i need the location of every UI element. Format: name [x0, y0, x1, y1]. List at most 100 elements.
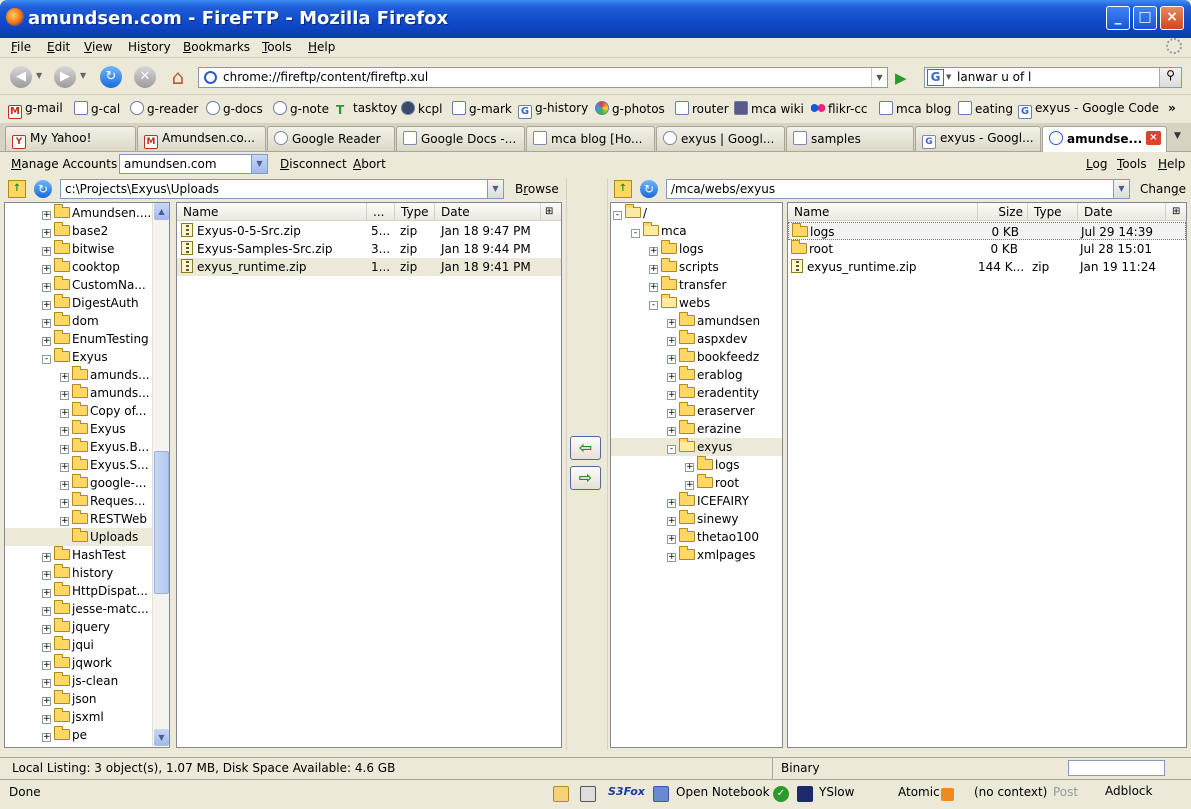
expander-icon[interactable]: + — [667, 499, 676, 508]
search-box[interactable]: G ▼ lanwar u of l ⚲ — [924, 67, 1182, 88]
reload-icon[interactable]: ↻ — [100, 66, 122, 88]
bookmark-item[interactable]: g-cal — [74, 101, 120, 116]
change-button[interactable]: Change — [1140, 182, 1186, 196]
menu-view[interactable]: View — [84, 40, 112, 54]
local-tree-node[interactable]: + Exyus.S... — [5, 456, 153, 474]
column-picker-icon[interactable]: ⊞ — [545, 203, 553, 221]
expander-icon[interactable]: - — [613, 211, 622, 220]
expander-icon[interactable]: - — [631, 229, 640, 238]
expander-icon[interactable]: + — [42, 283, 51, 292]
remote-path-input[interactable]: /mca/webs/exyus ▼ — [666, 179, 1130, 199]
scroll-thumb[interactable] — [154, 451, 169, 594]
local-tree-node[interactable]: + google-... — [5, 474, 153, 492]
url-bar[interactable]: chrome://fireftp/content/fireftp.xul ▼ — [198, 67, 888, 88]
tab-amundsen[interactable]: M Amundsen.co... — [137, 126, 266, 151]
expander-icon[interactable]: + — [42, 265, 51, 274]
local-file-row[interactable]: Exyus-Samples-Src.zip 3... zip Jan 18 9:44 … — [177, 240, 561, 258]
local-tree-node[interactable]: + jquery — [5, 618, 153, 636]
local-tree-node[interactable]: - Exyus — [5, 348, 153, 366]
expander-icon[interactable]: + — [42, 679, 51, 688]
expander-icon[interactable]: + — [667, 535, 676, 544]
notes-icon[interactable] — [553, 786, 569, 802]
tab-google-docs[interactable]: Google Docs -... — [396, 126, 525, 151]
google-engine-icon[interactable]: G — [927, 69, 944, 86]
open-notebook-button[interactable]: Open Notebook — [676, 785, 770, 799]
abort-button[interactable]: Abort — [353, 157, 386, 171]
expander-icon[interactable]: + — [60, 499, 69, 508]
tab-google-reader[interactable]: Google Reader — [267, 126, 395, 151]
expander-icon[interactable]: + — [649, 247, 658, 256]
remote-tree-node[interactable]: + ICEFAIRY — [611, 492, 782, 510]
scroll-down-icon[interactable]: ▼ — [154, 729, 169, 746]
column-picker-icon[interactable]: ⊞ — [1172, 203, 1180, 221]
local-tree-node[interactable]: + js-clean — [5, 672, 153, 690]
tab-my-yahoo[interactable]: Y My Yahoo! — [5, 126, 136, 151]
remote-tree-node[interactable]: + bookfeedz — [611, 348, 782, 366]
bookmark-item[interactable]: g-note — [273, 101, 329, 116]
expander-icon[interactable]: + — [667, 319, 676, 328]
expander-icon[interactable]: + — [42, 211, 51, 220]
local-tree-node[interactable]: + history — [5, 564, 153, 582]
feed-icon[interactable] — [941, 788, 954, 801]
forward-dropdown-icon[interactable]: ▼ — [80, 71, 86, 80]
local-path-input[interactable]: c:\Projects\Exyus\Uploads ▼ — [60, 179, 504, 199]
bookmark-item[interactable]: g-docs — [206, 101, 263, 116]
local-parent-folder-icon[interactable]: ↑ — [8, 180, 26, 198]
home-icon[interactable]: ⌂ — [166, 65, 190, 89]
remote-tree-node[interactable]: + thetao100 — [611, 528, 782, 546]
expander-icon[interactable]: + — [667, 337, 676, 346]
account-select[interactable]: amundsen.com ▼ — [119, 154, 268, 174]
fireftp-status-icon[interactable] — [580, 786, 596, 802]
expander-icon[interactable]: + — [649, 283, 658, 292]
remote-file-row[interactable]: exyus_runtime.zip 144 K... zip Jan 19 11:24 — [788, 258, 1186, 276]
tab-list-icon[interactable]: ▼ — [1174, 131, 1181, 141]
remote-folder-tree[interactable]: - / - mca + logs + scripts + transfer - webs + amunds… — [610, 202, 783, 748]
expander-icon[interactable]: + — [667, 373, 676, 382]
column-header-name[interactable]: Name — [788, 203, 978, 221]
expander-icon[interactable]: + — [42, 697, 51, 706]
upload-arrow-icon[interactable]: ⇨ — [570, 466, 601, 490]
local-tree-node[interactable]: + Reques... — [5, 492, 153, 510]
expander-icon[interactable]: + — [60, 427, 69, 436]
scroll-up-icon[interactable]: ▲ — [154, 203, 169, 220]
menu-edit[interactable]: Edit — [47, 40, 70, 54]
remote-tree-node[interactable]: - exyus — [611, 438, 782, 456]
remote-parent-folder-icon[interactable]: ↑ — [614, 180, 632, 198]
browse-button[interactable]: Browse — [515, 182, 559, 196]
column-header-date[interactable]: Date — [1078, 203, 1166, 221]
atomic-label[interactable]: Atomic — [898, 785, 940, 799]
expander-icon[interactable]: + — [42, 301, 51, 310]
bookmark-item[interactable]: router — [675, 101, 729, 116]
remote-tree-node[interactable]: + erablog — [611, 366, 782, 384]
expander-icon[interactable]: + — [60, 481, 69, 490]
maximize-button[interactable]: □ — [1133, 6, 1157, 30]
ftp-tools-button[interactable]: Tools — [1117, 157, 1147, 171]
bookmark-item[interactable]: kcpl — [401, 101, 443, 116]
manage-accounts-button[interactable]: Manage Accounts — [11, 157, 117, 171]
local-tree-node[interactable]: + jsxml — [5, 708, 153, 726]
check-icon[interactable]: ✓ — [773, 786, 789, 802]
local-tree-node[interactable]: + cooktop — [5, 258, 153, 276]
bookmark-item[interactable]: mca blog — [879, 101, 951, 116]
column-header-type[interactable]: Type — [395, 203, 435, 221]
expander-icon[interactable]: + — [60, 391, 69, 400]
ftp-help-button[interactable]: Help — [1158, 157, 1185, 171]
expander-icon[interactable]: + — [667, 517, 676, 526]
remote-tree-node[interactable]: + root — [611, 474, 782, 492]
go-arrow-icon[interactable]: ▶ — [895, 69, 907, 87]
expander-icon[interactable]: + — [667, 409, 676, 418]
expander-icon[interactable]: - — [649, 301, 658, 310]
menu-bookmarks[interactable]: Bookmarks — [183, 40, 250, 54]
remote-file-list[interactable]: Name Size Type Date ⊞ logs 0 KB Jul 29 14:… — [787, 202, 1187, 748]
column-header-date[interactable]: Date — [435, 203, 541, 221]
expander-icon[interactable]: + — [649, 265, 658, 274]
local-tree-node[interactable]: + dom — [5, 312, 153, 330]
url-dropdown-icon[interactable]: ▼ — [871, 68, 887, 87]
local-tree-node[interactable]: Uploads — [5, 528, 153, 546]
remote-tree-node[interactable]: + scripts — [611, 258, 782, 276]
tab-exyus-google[interactable]: Gexyus - Googl... — [915, 126, 1041, 151]
remote-file-row[interactable]: logs 0 KB Jul 29 14:39 — [788, 222, 1186, 240]
bookmark-item[interactable]: Ttasktoy — [336, 101, 397, 117]
local-tree-node[interactable]: + jesse-matc... — [5, 600, 153, 618]
post-button[interactable]: Post — [1053, 785, 1078, 799]
